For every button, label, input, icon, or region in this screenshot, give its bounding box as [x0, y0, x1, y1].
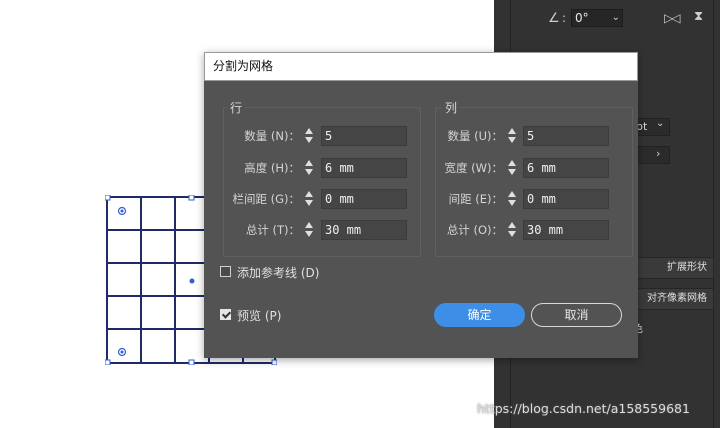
rows-number-label-wrap: 数量 (N)：: [204, 126, 300, 146]
cols-width-field[interactable]: 6 mm: [523, 158, 609, 178]
expand-shape-button[interactable]: 扩展形状: [632, 257, 714, 279]
flip-horizontal-icon[interactable]: ▷◁: [664, 11, 681, 25]
stepper-up-icon: [305, 128, 313, 134]
angle-icon: ∠: [548, 11, 560, 26]
stepper-down-icon: [305, 169, 313, 175]
rows-gutter-field[interactable]: 0 mm: [321, 189, 407, 209]
cols-total-field[interactable]: 30 mm: [523, 220, 609, 240]
cols-total-stepper[interactable]: [507, 220, 518, 240]
rows-gutter-stepper[interactable]: [304, 189, 315, 209]
rows-gutter-label-wrap: 栏间距 (G)：: [204, 189, 300, 209]
cols-number-label-wrap: 数量 (U)：: [404, 126, 503, 146]
add-guides-label: 添加参考线 (D): [237, 266, 320, 280]
cols-gutter-label-wrap: 间距 (E)：: [404, 189, 503, 209]
cols-gutter-field[interactable]: 0 mm: [523, 189, 609, 209]
stepper-up-icon: [305, 160, 313, 166]
preview-label: 预览 (P): [237, 309, 282, 323]
add-guides-checkbox[interactable]: [220, 266, 231, 277]
rows-gutter-label: 栏间距 (G)：: [232, 192, 300, 206]
rows-number-stepper[interactable]: [304, 126, 315, 146]
stepper-up-icon: [508, 222, 516, 228]
align-pixel-grid-button[interactable]: 对齐像素网格: [632, 288, 714, 310]
rows-total-label: 总计 (T)：: [245, 223, 300, 237]
rows-number-label: 数量 (N)：: [244, 129, 300, 143]
rows-group-legend: 行: [227, 99, 246, 116]
panel-divider-right: [713, 0, 714, 428]
ok-button[interactable]: 确定: [434, 303, 525, 327]
rows-total-label-wrap: 总计 (T)：: [204, 220, 300, 240]
chevron-down-icon[interactable]: ⌄: [612, 10, 620, 26]
chevron-right-icon[interactable]: ›: [656, 147, 660, 160]
flip-vertical-icon[interactable]: ⧗: [694, 9, 703, 24]
rows-total-stepper[interactable]: [304, 220, 315, 240]
rows-height-label: 高度 (H)：: [244, 161, 300, 175]
cols-total-label-wrap: 总计 (O)：: [404, 220, 503, 240]
cols-number-label: 数量 (U)：: [447, 129, 503, 143]
angle-colon: :: [562, 11, 567, 25]
cols-width-label-wrap: 宽度 (W)：: [404, 158, 504, 178]
stepper-down-icon: [305, 200, 313, 206]
rows-height-stepper[interactable]: [304, 158, 315, 178]
stepper-up-icon: [305, 222, 313, 228]
rows-height-field[interactable]: 6 mm: [321, 158, 407, 178]
cols-number-field[interactable]: 5: [523, 126, 609, 146]
cols-gutter-label: 间距 (E)：: [448, 192, 503, 206]
stepper-up-icon: [508, 191, 516, 197]
cols-number-stepper[interactable]: [507, 126, 518, 146]
cols-total-label: 总计 (O)：: [446, 223, 503, 237]
cols-width-label: 宽度 (W)：: [444, 161, 504, 175]
split-into-grid-dialog: 分割为网格 行 数量 (N)： 5 高度 (H)： 6 mm 栏间距 (G)： …: [204, 52, 638, 358]
stepper-up-icon: [508, 128, 516, 134]
stepper-down-icon: [305, 231, 313, 237]
chevron-down-icon[interactable]: ⌄: [656, 118, 664, 129]
stepper-up-icon: [305, 191, 313, 197]
stepper-down-icon: [508, 200, 516, 206]
rows-total-field[interactable]: 30 mm: [321, 220, 407, 240]
stepper-down-icon: [508, 137, 516, 143]
columns-group-legend: 列: [442, 99, 461, 116]
cancel-button[interactable]: 取消: [531, 303, 622, 327]
dialog-title: 分割为网格: [204, 52, 638, 81]
angle-value: 0°: [575, 11, 589, 25]
stepper-down-icon: [305, 137, 313, 143]
stepper-down-icon: [508, 169, 516, 175]
rows-number-field[interactable]: 5: [321, 126, 407, 146]
cols-width-stepper[interactable]: [507, 158, 518, 178]
stepper-up-icon: [508, 160, 516, 166]
cols-gutter-stepper[interactable]: [507, 189, 518, 209]
watermark-text: https://blog.csdn.net/a158559681: [477, 401, 690, 416]
rotate-angle-field[interactable]: 0° ⌄: [571, 9, 623, 27]
stepper-down-icon: [508, 231, 516, 237]
rows-height-label-wrap: 高度 (H)：: [204, 158, 300, 178]
preview-checkbox[interactable]: [220, 309, 231, 320]
